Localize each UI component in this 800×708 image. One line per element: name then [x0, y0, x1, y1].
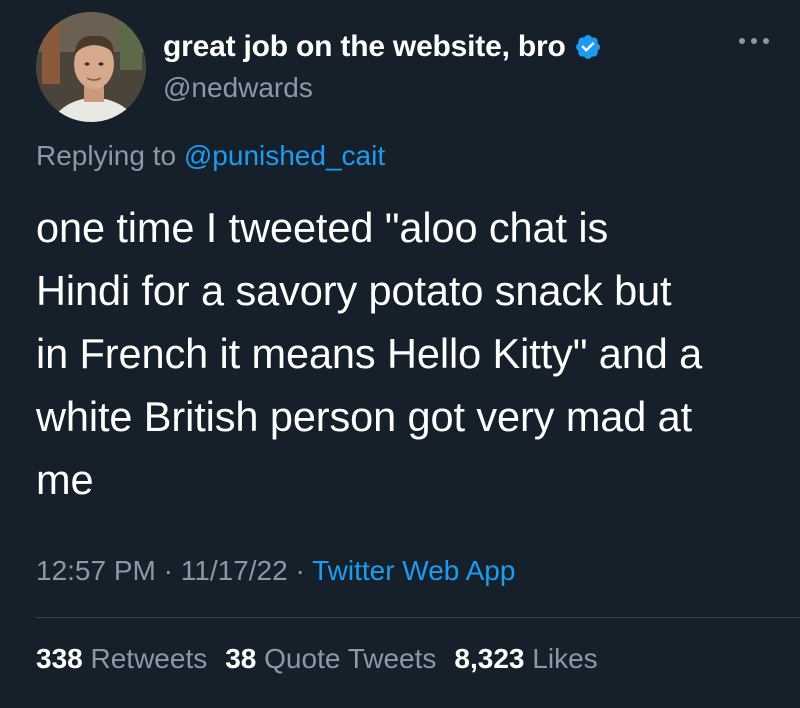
replying-to-line: Replying to @punished_cait [36, 140, 385, 172]
meta-separator: · [287, 555, 313, 586]
replying-to-label: Replying to [36, 140, 184, 171]
avatar-image [36, 12, 146, 122]
likes-label: Likes [532, 643, 598, 674]
more-options-icon[interactable] [736, 34, 772, 48]
verified-badge-icon [575, 35, 600, 59]
display-name[interactable]: great job on the website, bro [163, 30, 566, 64]
quote-tweets-label: Quote Tweets [264, 643, 437, 674]
reply-mention-link[interactable]: @punished_cait [184, 140, 385, 171]
likes-count: 8,323 [454, 643, 525, 674]
avatar[interactable] [36, 12, 146, 122]
meta-separator: · [155, 555, 181, 586]
source-app-link[interactable]: Twitter Web App [312, 555, 515, 586]
engagement-stats: 338 Retweets 38 Quote Tweets 8,323 Likes [36, 643, 616, 675]
tweet-meta: 12:57 PM · 11/17/22 · Twitter Web App [36, 555, 515, 587]
quote-tweets-count: 38 [225, 643, 257, 674]
author-name-row[interactable]: great job on the website, bro [163, 30, 602, 64]
retweets-label: Retweets [90, 643, 208, 674]
likes-stat[interactable]: 8,323 Likes [454, 643, 597, 675]
divider [36, 617, 800, 618]
retweets-count: 338 [36, 643, 83, 674]
quote-tweets-stat[interactable]: 38 Quote Tweets [225, 643, 436, 675]
tweet-date[interactable]: 11/17/22 [181, 555, 288, 586]
tweet-card: great job on the website, bro @nedwards … [0, 0, 800, 708]
retweets-stat[interactable]: 338 Retweets [36, 643, 207, 675]
tweet-time[interactable]: 12:57 PM [36, 555, 156, 586]
author-handle[interactable]: @nedwards [163, 72, 313, 104]
tweet-text: one time I tweeted "aloo chat is Hindi f… [36, 204, 703, 503]
